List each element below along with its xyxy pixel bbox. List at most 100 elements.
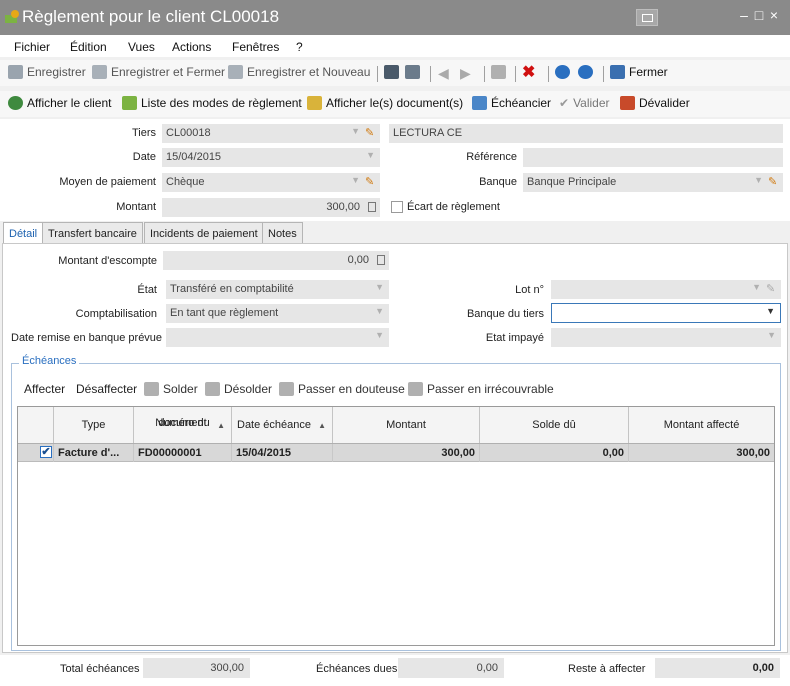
pencil-icon[interactable]: ✎ bbox=[365, 175, 376, 188]
payment-method-field[interactable]: Chèque ▼ ✎ bbox=[162, 173, 380, 192]
column-doc-number[interactable]: Numéro du document ▲ bbox=[134, 407, 232, 443]
close-button[interactable]: Fermer bbox=[610, 65, 668, 79]
tab-bank-transfer[interactable]: Transfert bancaire bbox=[42, 222, 143, 244]
unsettle-button[interactable]: Désolder bbox=[205, 382, 272, 396]
discount-field[interactable]: 0,00 bbox=[163, 251, 389, 270]
tab-notes[interactable]: Notes bbox=[262, 222, 303, 244]
arrow-left-icon: ◀ bbox=[438, 65, 449, 81]
doubtful-icon bbox=[279, 382, 294, 396]
print-button[interactable] bbox=[384, 65, 403, 79]
column-balance-label: Solde dû bbox=[532, 419, 576, 431]
doubtful-label: Passer en douteuse bbox=[298, 382, 405, 396]
calendar-icon bbox=[472, 96, 487, 110]
chevron-down-icon[interactable]: ▼ bbox=[766, 306, 775, 316]
menu-fenetres[interactable]: Fenêtres bbox=[232, 40, 279, 54]
column-type[interactable]: Type bbox=[54, 407, 134, 443]
pencil-icon[interactable]: ✎ bbox=[365, 126, 376, 139]
row-checkbox[interactable]: ✔ bbox=[40, 446, 52, 458]
bank-field[interactable]: Banque Principale ▼ ✎ bbox=[523, 173, 783, 192]
lot-field[interactable]: ▼ ✎ bbox=[551, 280, 781, 299]
delete-button[interactable]: ✖ bbox=[522, 62, 535, 82]
calculator-icon[interactable] bbox=[368, 202, 376, 212]
menu-help[interactable]: ? bbox=[296, 40, 303, 54]
row-type: Facture d'... bbox=[54, 444, 134, 462]
date-field[interactable]: 15/04/2015 ▼ bbox=[162, 148, 380, 167]
tiers-field[interactable]: CL00018 ▼ ✎ bbox=[162, 124, 380, 143]
save-button[interactable]: Enregistrer bbox=[8, 65, 86, 79]
maximize-button[interactable]: □ bbox=[751, 7, 767, 23]
show-client-button[interactable]: Afficher le client bbox=[8, 96, 112, 110]
assign-button[interactable]: Affecter bbox=[24, 382, 65, 396]
menu-bar: Fichier Édition Vues Actions Fenêtres ? bbox=[0, 35, 790, 57]
gap-checkbox[interactable] bbox=[391, 201, 403, 213]
unrecoverable-button[interactable]: Passer en irrécouvrable bbox=[408, 382, 554, 396]
column-balance[interactable]: Solde dû bbox=[480, 407, 629, 443]
state-field[interactable]: Transféré en comptabilité ▼ bbox=[166, 280, 389, 299]
remaining-label: Reste à affecter bbox=[568, 663, 646, 675]
save-close-button[interactable]: Enregistrer et Fermer bbox=[92, 65, 225, 79]
schedule-button[interactable]: Échéancier bbox=[472, 96, 551, 110]
save-new-button[interactable]: Enregistrer et Nouveau bbox=[228, 65, 370, 79]
next-button[interactable] bbox=[578, 65, 597, 79]
unassign-button[interactable]: Désaffecter bbox=[76, 382, 137, 396]
column-assigned[interactable]: Montant affecté bbox=[629, 407, 774, 443]
save-icon bbox=[8, 65, 23, 79]
header-panel: Tiers CL00018 ▼ ✎ LECTURA CE Date 15/04/20… bbox=[0, 119, 790, 221]
pencil-icon[interactable]: ✎ bbox=[766, 282, 777, 295]
column-amount[interactable]: Montant bbox=[333, 407, 480, 443]
due-label: Échéances dues bbox=[316, 663, 398, 675]
unpaid-field[interactable]: ▼ bbox=[551, 328, 781, 347]
toolbar-separator bbox=[548, 66, 549, 82]
toolbar-separator bbox=[515, 66, 516, 82]
row-select-cell[interactable]: ✔ bbox=[18, 444, 54, 462]
bank-value: Banque Principale bbox=[527, 176, 617, 188]
remaining-value: 0,00 bbox=[655, 658, 780, 678]
menu-actions[interactable]: Actions bbox=[172, 40, 211, 54]
previous-circle-icon bbox=[555, 65, 570, 79]
title-bar: Règlement pour le client CL00018 – □ × bbox=[0, 0, 790, 35]
gap-label: Écart de règlement bbox=[407, 201, 500, 213]
toolbar-separator bbox=[377, 66, 378, 82]
reference-field[interactable] bbox=[523, 148, 783, 167]
restore-window-button[interactable] bbox=[636, 9, 658, 26]
payment-modes-button[interactable]: Liste des modes de règlement bbox=[122, 96, 302, 110]
chevron-down-icon: ▼ bbox=[366, 150, 375, 160]
menu-vues[interactable]: Vues bbox=[128, 40, 155, 54]
back-button[interactable]: ◀ bbox=[438, 65, 449, 82]
tiers-value: CL00018 bbox=[166, 127, 211, 139]
third-bank-label: Banque du tiers bbox=[466, 308, 544, 320]
close-window-button[interactable]: × bbox=[766, 7, 782, 23]
due-value: 0,00 bbox=[398, 658, 504, 678]
unrecoverable-label: Passer en irrécouvrable bbox=[427, 382, 554, 396]
reference-label: Référence bbox=[466, 151, 517, 163]
tab-detail[interactable]: Détail bbox=[3, 222, 44, 245]
amount-value: 300,00 bbox=[326, 201, 360, 213]
table-row[interactable]: ✔ Facture d'... FD00000001 15/04/2015 30… bbox=[18, 444, 774, 462]
validate-button[interactable]: ✔ Valider bbox=[559, 96, 610, 110]
doubtful-button[interactable]: Passer en douteuse bbox=[279, 382, 405, 396]
calculator-icon[interactable] bbox=[377, 255, 385, 265]
pencil-icon[interactable]: ✎ bbox=[768, 175, 779, 188]
show-documents-button[interactable]: Afficher le(s) document(s) bbox=[307, 96, 463, 110]
copy-button[interactable] bbox=[491, 65, 510, 79]
accounting-field[interactable]: En tant que règlement ▼ bbox=[166, 304, 389, 323]
forward-button[interactable]: ▶ bbox=[460, 65, 471, 82]
column-due-date-label: Date échéance bbox=[237, 419, 311, 431]
footer-totals: Total échéances 300,00 Échéances dues 0,… bbox=[0, 655, 790, 686]
settle-button[interactable]: Solder bbox=[144, 382, 198, 396]
amount-field[interactable]: 300,00 bbox=[162, 198, 380, 217]
unvalidate-button[interactable]: Dévalider bbox=[620, 96, 690, 110]
user-icon bbox=[8, 96, 23, 110]
minimize-button[interactable]: – bbox=[736, 7, 752, 23]
tab-payment-incidents[interactable]: Incidents de paiement bbox=[144, 222, 264, 244]
schedule-label: Échéancier bbox=[491, 96, 552, 110]
payment-method-value: Chèque bbox=[166, 176, 205, 188]
bank-date-field[interactable]: ▼ bbox=[166, 328, 389, 347]
menu-edition[interactable]: Édition bbox=[70, 40, 107, 54]
column-due-date[interactable]: Date échéance ▲ bbox=[232, 407, 333, 443]
third-bank-field[interactable]: ▼ bbox=[551, 303, 781, 323]
menu-fichier[interactable]: Fichier bbox=[14, 40, 50, 54]
unvalidate-icon bbox=[620, 96, 635, 110]
print-preview-button[interactable] bbox=[405, 65, 424, 79]
previous-button[interactable] bbox=[555, 65, 574, 79]
